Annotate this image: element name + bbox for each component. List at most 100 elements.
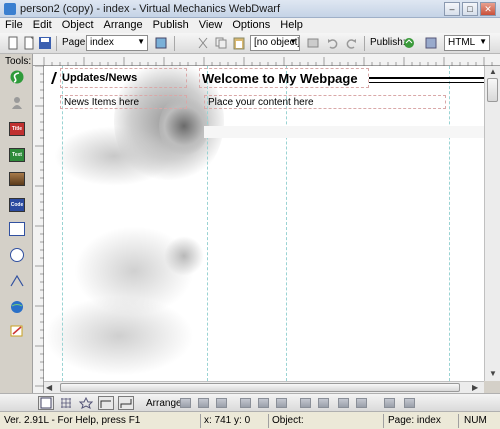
preview-icon[interactable]	[424, 36, 438, 50]
align-left-icon[interactable]	[180, 398, 191, 408]
rectangle-tool-icon	[9, 222, 25, 236]
select-tool-button[interactable]	[8, 68, 26, 86]
menu-help[interactable]: Help	[275, 18, 308, 33]
scroll-right-icon[interactable]: ▶	[472, 383, 478, 392]
window-controls: ‒ □ ✕	[444, 2, 496, 16]
vertical-scroll-thumb[interactable]	[487, 78, 498, 102]
page-view-button[interactable]	[38, 396, 54, 410]
object-properties-icon[interactable]	[306, 36, 320, 50]
menu-publish[interactable]: Publish	[148, 18, 194, 33]
align-bottom-icon[interactable]	[276, 398, 287, 408]
ruler-ticks	[35, 65, 44, 387]
horizontal-scroll-thumb[interactable]	[60, 383, 460, 392]
content-band	[204, 126, 484, 138]
code-tool-label: Code	[10, 202, 24, 208]
maximize-button[interactable]: □	[462, 2, 478, 16]
layout-guide	[62, 66, 63, 381]
snap-button[interactable]	[78, 396, 94, 410]
send-back-icon[interactable]	[318, 398, 329, 408]
grid-button[interactable]	[58, 396, 74, 410]
paste-icon[interactable]	[232, 36, 246, 50]
text-tool-icon: Text	[9, 148, 25, 162]
window-title: person2 (copy) - index - Virtual Mechani…	[20, 3, 281, 15]
content-placeholder-text[interactable]: Place your content here	[208, 97, 314, 108]
distribute-icon[interactable]	[384, 398, 395, 408]
menu-view[interactable]: View	[194, 18, 228, 33]
vertical-scrollbar[interactable]: ▲ ▼	[484, 66, 500, 381]
globe-tool-button[interactable]	[8, 298, 26, 316]
align-top-icon[interactable]	[240, 398, 251, 408]
format-select[interactable]: HTML ▼	[444, 35, 490, 51]
object-select[interactable]: [no object] ▼	[250, 35, 300, 51]
status-divider	[383, 414, 384, 428]
rectangle-tool-button[interactable]	[8, 220, 26, 238]
menu-edit[interactable]: Edit	[28, 18, 57, 33]
close-button[interactable]: ✕	[480, 2, 496, 16]
status-bar: Ver. 2.91L - For Help, press F1 x: 741 y…	[0, 411, 500, 429]
main-heading[interactable]: Welcome to My Webpage	[202, 71, 358, 86]
image-tool-button[interactable]	[8, 170, 26, 188]
horizontal-ruler	[33, 54, 500, 66]
updates-heading[interactable]: Updates/News	[62, 72, 137, 84]
publish-icon[interactable]	[402, 36, 416, 50]
page-properties-icon[interactable]	[154, 36, 168, 50]
background-portrait-image	[44, 66, 274, 381]
cut-icon[interactable]	[196, 36, 210, 50]
page-select[interactable]: index ▼	[86, 35, 148, 51]
text-tool-button[interactable]: Text	[8, 146, 26, 164]
minimize-button[interactable]: ‒	[444, 2, 460, 16]
status-object: Object:	[272, 415, 304, 426]
new-document-icon[interactable]	[6, 36, 20, 50]
connector-button[interactable]	[98, 396, 114, 410]
scroll-down-icon[interactable]: ▼	[489, 369, 497, 378]
group-icon[interactable]	[338, 398, 349, 408]
elbow-connector-button[interactable]	[118, 396, 134, 410]
align-right-icon[interactable]	[216, 398, 227, 408]
slash-decoration-icon	[51, 72, 57, 84]
toolbar-separator	[364, 36, 365, 51]
polygon-tool-button[interactable]	[8, 272, 26, 290]
status-divider	[268, 414, 269, 428]
align-center-icon[interactable]	[198, 398, 209, 408]
news-items-text[interactable]: News Items here	[64, 97, 139, 108]
horizontal-scrollbar[interactable]: ◀ ▶	[44, 381, 484, 393]
menu-arrange[interactable]: Arrange	[99, 18, 148, 33]
title-tool-icon: Title	[9, 122, 25, 136]
code-tool-icon: Code	[9, 198, 25, 212]
menu-object[interactable]: Object	[57, 18, 99, 33]
size-icon[interactable]	[404, 398, 415, 408]
scroll-up-icon[interactable]: ▲	[489, 67, 497, 76]
image-tool-icon	[9, 172, 25, 186]
status-coordinates: x: 741 y: 0	[204, 415, 251, 426]
code-tool-button[interactable]: Code	[8, 196, 26, 214]
form-tool-button[interactable]	[8, 322, 26, 340]
tools-label: Tools:	[5, 56, 32, 67]
title-tool-button[interactable]: Title	[8, 120, 26, 138]
redo-icon[interactable]	[344, 36, 358, 50]
scroll-left-icon[interactable]: ◀	[46, 383, 52, 392]
main-toolbar: Page: index ▼ [no object] ▼ Publish: HTML ▼	[0, 33, 500, 54]
bring-front-icon[interactable]	[300, 398, 311, 408]
copy-icon[interactable]	[214, 36, 228, 50]
ellipse-tool-icon	[10, 248, 24, 262]
toolbar-separator	[56, 36, 57, 51]
heading-rule	[369, 77, 484, 79]
polygon-tool-icon	[9, 274, 25, 288]
person-tool-button[interactable]	[8, 94, 26, 112]
page-view-icon	[40, 397, 52, 409]
menu-file[interactable]: File	[0, 18, 28, 33]
vertical-ruler	[33, 65, 44, 393]
ungroup-icon[interactable]	[356, 398, 367, 408]
page-canvas[interactable]: Updates/News Welcome to My Webpage News …	[44, 66, 484, 381]
layout-guide	[286, 66, 287, 381]
menu-options[interactable]: Options	[227, 18, 275, 33]
layout-guide	[207, 66, 208, 381]
new-page-icon[interactable]	[22, 36, 36, 50]
undo-icon[interactable]	[326, 36, 340, 50]
status-page: Page: index	[388, 415, 441, 426]
align-middle-icon[interactable]	[258, 398, 269, 408]
ellipse-tool-button[interactable]	[8, 246, 26, 264]
save-icon[interactable]	[38, 36, 52, 50]
ruler-ticks	[43, 57, 493, 66]
publish-label: Publish:	[370, 37, 406, 48]
